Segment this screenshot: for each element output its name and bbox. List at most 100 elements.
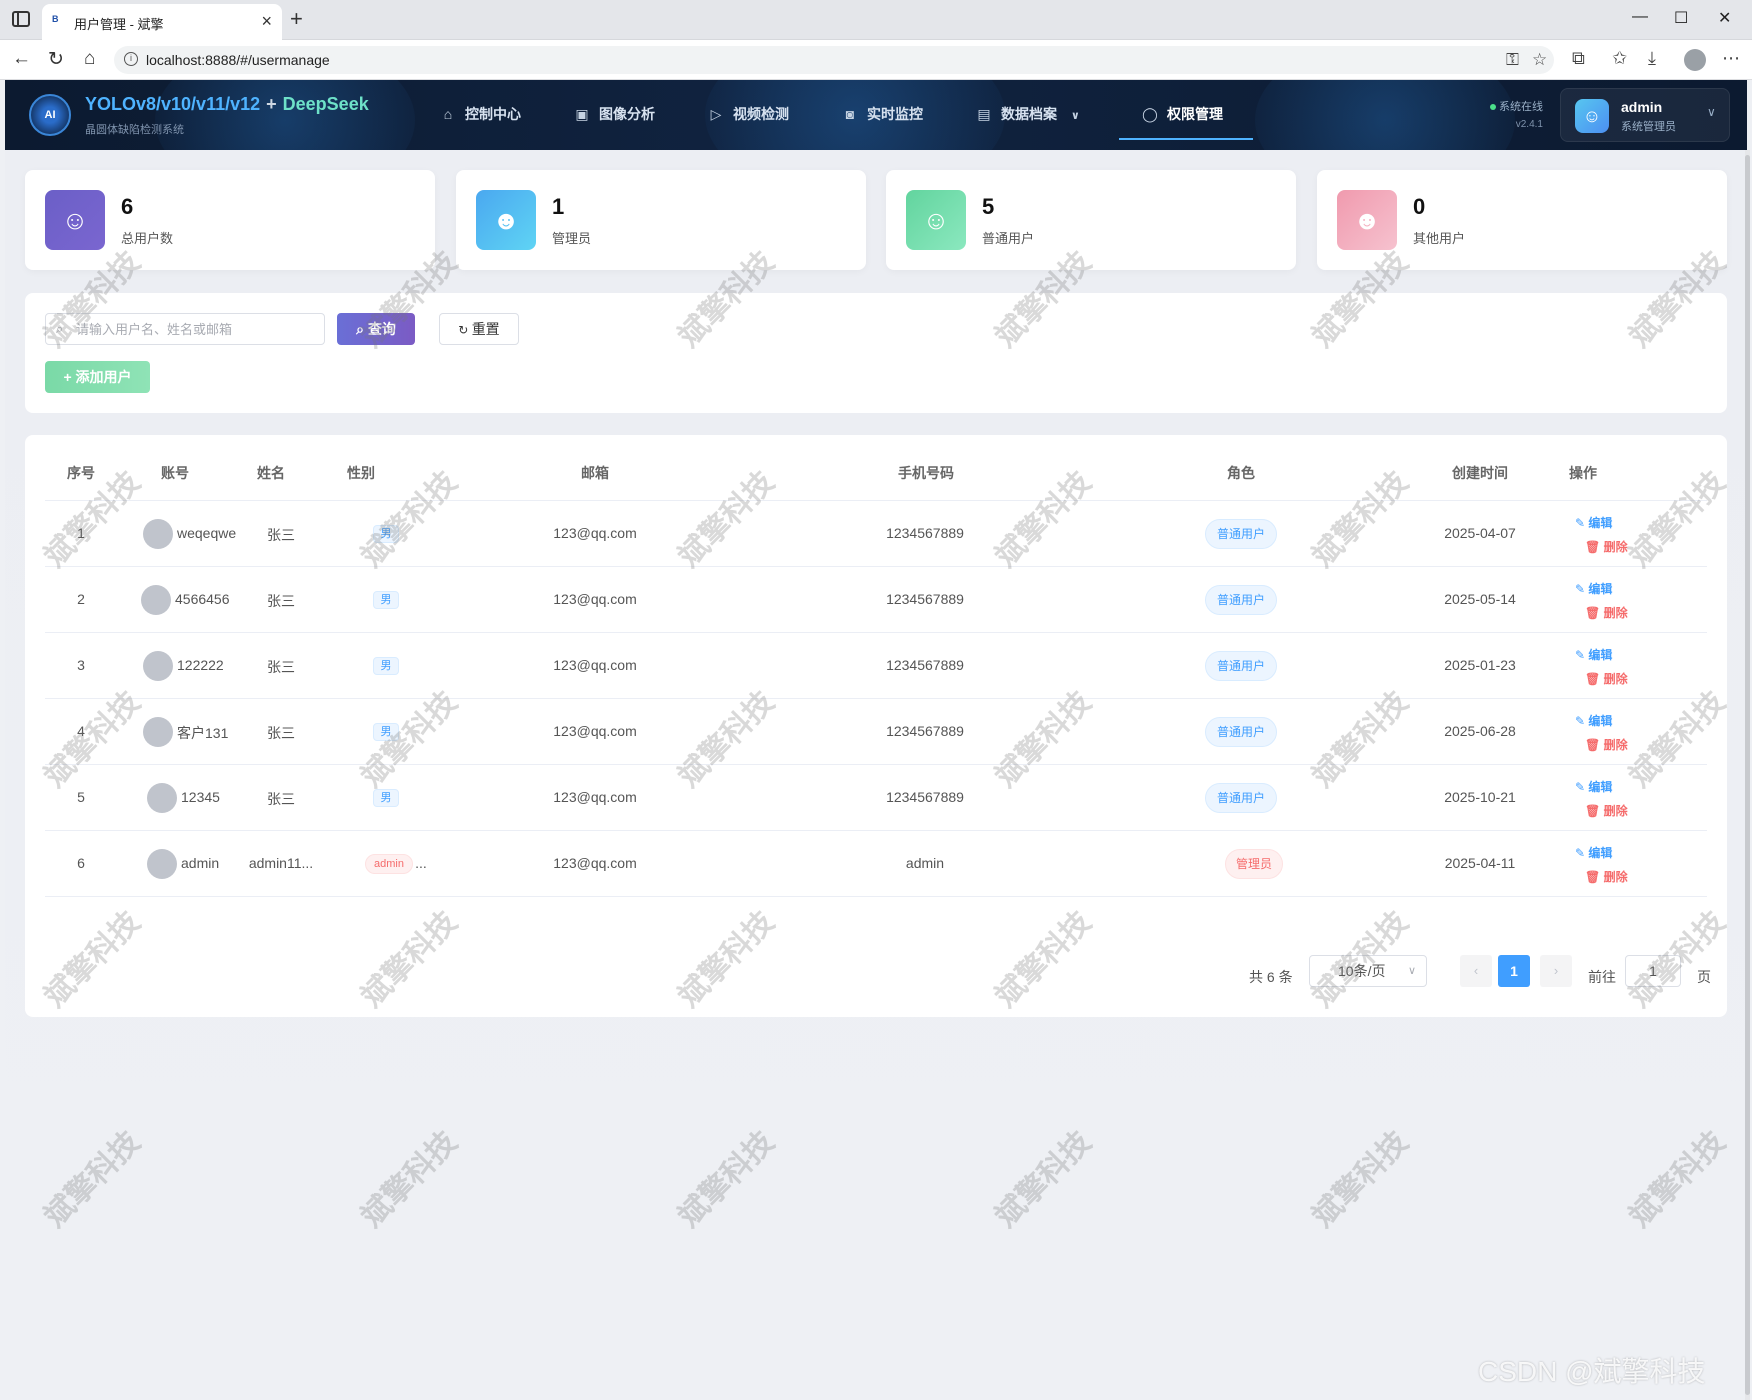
prev-page-button[interactable]: ‹ (1460, 955, 1492, 987)
next-page-button[interactable]: › (1540, 955, 1572, 987)
stat-label: 普通用户 (982, 231, 1035, 246)
delete-button[interactable]: 🗑 删除 (1585, 802, 1628, 819)
edit-icon: ✎ (1575, 846, 1589, 860)
trash-icon: 🗑 (1585, 804, 1604, 818)
star-icon[interactable]: ☆ (1532, 50, 1547, 70)
role-tag: 普通用户 (1205, 519, 1277, 549)
delete-button[interactable]: 🗑 删除 (1585, 736, 1628, 753)
reset-button[interactable]: ↻ 重置 (439, 313, 519, 345)
add-user-button[interactable]: + 添加用户 (45, 361, 150, 393)
edit-button[interactable]: ✎ 编辑 (1575, 712, 1612, 729)
user-icon: ☺ (45, 190, 105, 250)
trash-icon: 🗑 (1585, 738, 1604, 752)
download-icon[interactable]: ⤓ (1648, 48, 1656, 69)
brand-plus: + (266, 94, 277, 114)
current-page-button[interactable]: 1 (1498, 955, 1530, 987)
delete-button[interactable]: 🗑 删除 (1585, 538, 1628, 555)
user-name: admin (1621, 99, 1663, 115)
extensions-icon[interactable]: ⧉ (1572, 48, 1585, 69)
page-size-select[interactable]: 10条/页 ∨ (1309, 955, 1427, 987)
delete-button[interactable]: 🗑 删除 (1585, 670, 1628, 687)
query-button[interactable]: ⌕ 查询 (337, 313, 415, 345)
app-logo[interactable]: AI (29, 94, 71, 136)
edit-icon: ✎ (1575, 582, 1589, 596)
tab-title: 用户管理 - 斌擎 (74, 17, 164, 32)
edit-icon: ✎ (1575, 714, 1589, 728)
scrollbar-thumb[interactable] (1745, 155, 1750, 1395)
gender-tag: 男 (373, 591, 399, 609)
row-divider (45, 764, 1707, 765)
browser-tabbar: B 用户管理 - 斌擎 × + — ☐ ✕ (0, 0, 1752, 40)
refresh-icon[interactable]: ↻ (48, 48, 64, 71)
column-header: 手机号码 (898, 465, 954, 481)
new-tab-icon[interactable]: + (290, 6, 303, 32)
edit-button[interactable]: ✎ 编辑 (1575, 844, 1612, 861)
role-tag: 普通用户 (1205, 783, 1277, 813)
menu-label: 视频检测 (733, 106, 789, 122)
maximize-icon[interactable]: ☐ (1674, 8, 1688, 28)
menu-image-analysis[interactable]: ▣ 图像分析 (573, 104, 655, 126)
site-info-icon[interactable]: i (124, 52, 138, 66)
search-icon: ⌕ (56, 321, 64, 336)
back-icon[interactable]: ← (12, 48, 31, 70)
created-cell: 2025-01-23 (1444, 657, 1516, 673)
avatar (143, 717, 173, 747)
edit-label: 编辑 (1588, 780, 1613, 794)
menu-video-detect[interactable]: ▷ 视频检测 (707, 104, 789, 126)
email-cell: 123@qq.com (553, 591, 637, 607)
delete-button[interactable]: 🗑 删除 (1585, 604, 1628, 621)
delete-label: 删除 (1603, 804, 1628, 818)
menu-live-monitor[interactable]: ◙ 实时监控 (841, 104, 923, 126)
status-text: 系统在线 (1499, 101, 1543, 113)
close-tab-icon[interactable]: × (261, 11, 272, 32)
menu-data-archive[interactable]: ▤ 数据档案 ∨ (975, 104, 1079, 126)
user-menu[interactable]: ☺ admin 系统管理员 ∨ (1560, 88, 1730, 142)
url-field[interactable]: i localhost:8888/#/usermanage ⚿ ☆ (114, 46, 1554, 74)
search-input[interactable] (76, 314, 320, 344)
stat-card-admin: ☻ 1 管理员 (456, 170, 866, 270)
email-cell: 123@qq.com (553, 657, 637, 673)
browser-tab[interactable]: B 用户管理 - 斌擎 × (42, 4, 282, 40)
page-unit-label: 页 (1697, 969, 1711, 985)
search-icon: ⌕ (356, 321, 368, 337)
stat-card-other: ☻ 0 其他用户 (1317, 170, 1727, 270)
row-index: 6 (77, 855, 85, 871)
stat-label: 其他用户 (1413, 231, 1466, 246)
user-table: 序号 账号 姓名 性别 邮箱 手机号码 角色 创建时间 操作 共 6 条 10条… (25, 435, 1727, 1017)
edit-button[interactable]: ✎ 编辑 (1575, 646, 1612, 663)
menu-control-center[interactable]: ⌂ 控制中心 (439, 104, 521, 126)
row-index: 3 (77, 657, 85, 673)
created-cell: 2025-06-28 (1444, 723, 1516, 739)
name-cell: 张三 (267, 527, 295, 543)
phone-cell: 1234567889 (886, 591, 964, 607)
edit-button[interactable]: ✎ 编辑 (1575, 778, 1612, 795)
edit-button[interactable]: ✎ 编辑 (1575, 514, 1612, 531)
name-cell: 张三 (267, 791, 295, 807)
delete-button[interactable]: 🗑 删除 (1585, 868, 1628, 885)
column-header: 创建时间 (1452, 465, 1508, 481)
column-header: 序号 (67, 465, 95, 481)
minimize-icon[interactable]: — (1632, 8, 1648, 26)
gender-tag: admin (365, 854, 413, 874)
home-icon[interactable]: ⌂ (84, 48, 95, 70)
more-icon[interactable]: ⋯ (1722, 48, 1740, 69)
stat-value: 5 (982, 194, 995, 219)
search-panel: ⌕ ⌕ 查询 ↻ 重置 + 添加用户 (25, 293, 1727, 413)
menu-permission[interactable]: ◯ 权限管理 (1141, 104, 1223, 126)
key-icon[interactable]: ⚿ (1506, 50, 1519, 70)
trash-icon: 🗑 (1585, 870, 1604, 884)
brand-model: YOLOv8/v10/v11/v12 (85, 94, 261, 114)
goto-label: 前往 (1588, 969, 1616, 985)
goto-page-input[interactable]: 1 (1625, 955, 1681, 987)
profile-icon[interactable] (1684, 49, 1706, 71)
sidebar-toggle-icon[interactable] (12, 11, 30, 27)
menu-label: 权限管理 (1167, 106, 1223, 122)
delete-label: 删除 (1603, 870, 1628, 884)
edit-button[interactable]: ✎ 编辑 (1575, 580, 1612, 597)
close-window-icon[interactable]: ✕ (1718, 8, 1731, 28)
browser-addressbar: ← ↻ ⌂ i localhost:8888/#/usermanage ⚿ ☆ … (0, 40, 1752, 80)
add-user-label: 添加用户 (75, 369, 132, 385)
favorites-icon[interactable]: ✩ (1612, 48, 1627, 69)
phone-cell: admin (905, 855, 945, 871)
search-field[interactable]: ⌕ (45, 313, 325, 345)
